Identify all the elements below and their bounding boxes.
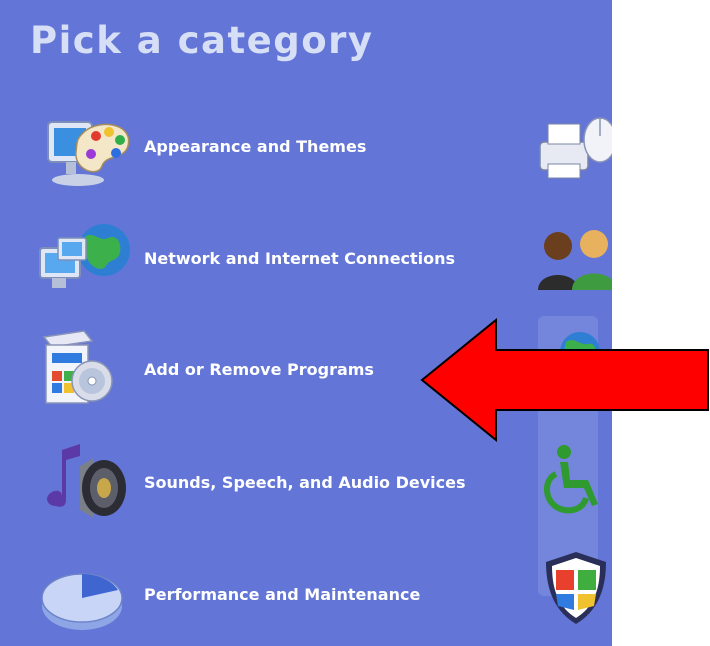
category-sounds-audio[interactable]: Sounds, Speech, and Audio Devices xyxy=(36,436,516,528)
category-appearance-themes[interactable]: Appearance and Themes xyxy=(36,100,516,192)
sounds-audio-icon xyxy=(36,436,136,528)
user-accounts-icon[interactable] xyxy=(536,218,612,298)
network-connections-icon xyxy=(36,212,136,304)
category-performance-maintenance[interactable]: Performance and Maintenance xyxy=(36,548,516,640)
page-title: Pick a category xyxy=(30,19,374,62)
category-label: Appearance and Themes xyxy=(144,136,367,156)
category-label: Performance and Maintenance xyxy=(144,584,421,604)
category-label: Network and Internet Connections xyxy=(144,248,456,268)
add-remove-programs-icon xyxy=(36,323,136,415)
category-label: Add or Remove Programs xyxy=(144,359,374,379)
printers-hardware-icon[interactable] xyxy=(536,106,612,186)
appearance-themes-icon xyxy=(36,100,136,192)
performance-maintenance-icon xyxy=(36,548,136,640)
security-center-icon[interactable] xyxy=(536,548,612,628)
category-label: Sounds, Speech, and Audio Devices xyxy=(144,472,466,492)
red-arrow-annotation xyxy=(420,318,709,442)
category-network-connections[interactable]: Network and Internet Connections xyxy=(36,212,516,304)
accessibility-icon[interactable] xyxy=(536,440,612,520)
